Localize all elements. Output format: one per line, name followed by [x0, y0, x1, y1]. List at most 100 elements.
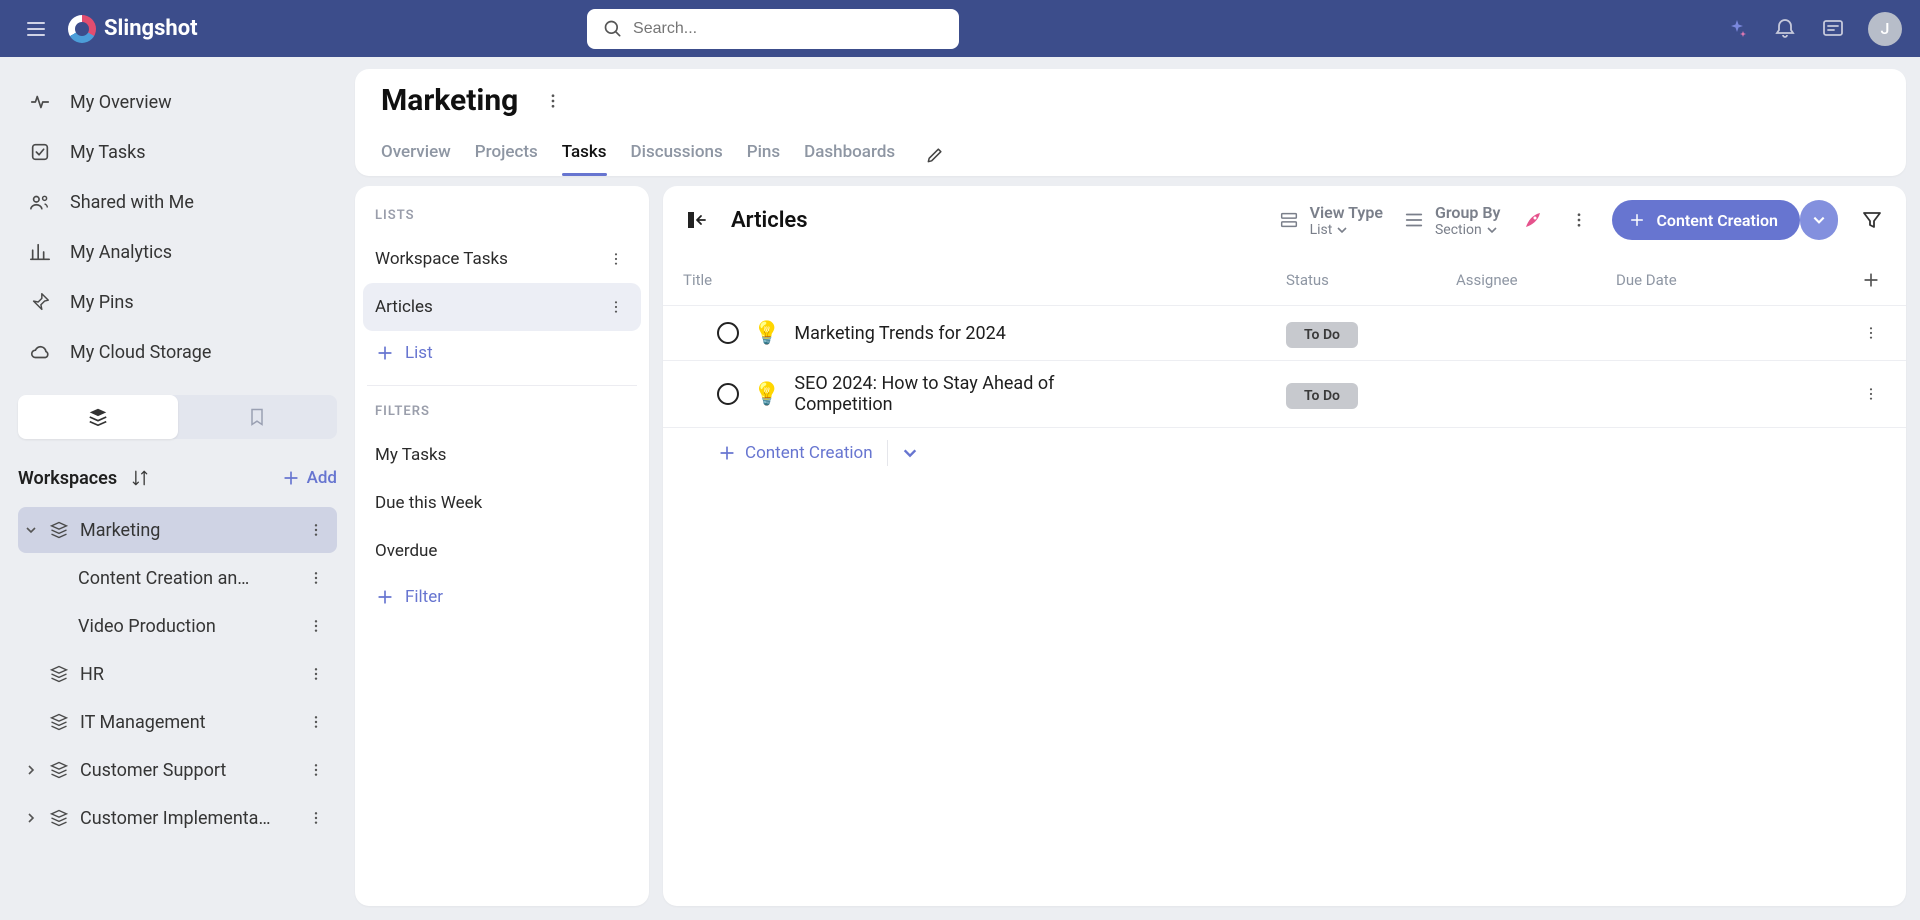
rocket-button[interactable]	[1520, 207, 1546, 233]
content-creation-button[interactable]: Content Creation	[1612, 200, 1800, 240]
add-filter-button[interactable]: Filter	[363, 575, 641, 619]
main-toolbar: Articles View Type List Gro	[663, 186, 1906, 255]
group-by-selector[interactable]: Group By Section	[1403, 203, 1501, 238]
workspace-more-button[interactable]	[301, 563, 331, 593]
task-row[interactable]: 💡 SEO 2024: How to Stay Ahead of Competi…	[663, 360, 1906, 427]
workspace-customer-implementation[interactable]: Customer Implementa…	[18, 795, 337, 841]
caret-right-icon	[24, 765, 38, 775]
users-icon	[28, 190, 52, 214]
chevron-down-icon	[1486, 224, 1498, 236]
col-due-date[interactable]: Due Date	[1616, 271, 1826, 289]
menu-button[interactable]	[18, 11, 54, 47]
list-articles[interactable]: Articles	[363, 283, 641, 331]
nav-my-cloud-storage[interactable]: My Cloud Storage	[18, 329, 337, 375]
collapse-panel-button[interactable]	[683, 206, 711, 234]
check-square-icon	[28, 140, 52, 164]
workspace-more-button[interactable]	[301, 803, 331, 833]
segment-workspaces[interactable]	[18, 395, 178, 439]
workspace-it-management[interactable]: IT Management	[18, 699, 337, 745]
nav-label: My Overview	[70, 92, 172, 113]
workspace-marketing[interactable]: Marketing	[18, 507, 337, 553]
chevron-down-icon	[902, 445, 918, 461]
filters-heading: FILTERS	[363, 400, 641, 431]
add-workspace-button[interactable]: Add	[281, 468, 337, 488]
stack-icon	[48, 711, 70, 733]
workspace-child-label: Content Creation an…	[78, 568, 249, 589]
hamburger-icon	[24, 17, 48, 41]
filter-my-tasks[interactable]: My Tasks	[363, 431, 641, 479]
col-title[interactable]: Title	[683, 271, 1286, 289]
page-more-button[interactable]	[540, 88, 566, 114]
status-badge[interactable]: To Do	[1286, 383, 1358, 409]
segment-bookmarks[interactable]	[178, 395, 338, 439]
list-more-button[interactable]	[603, 246, 629, 272]
nav-my-pins[interactable]: My Pins	[18, 279, 337, 325]
add-task-to-section-button[interactable]: Content Creation	[717, 443, 873, 463]
task-row[interactable]: 💡 Marketing Trends for 2024 To Do	[663, 305, 1906, 360]
main-panel-title: Articles	[731, 208, 808, 233]
workspace-more-button[interactable]	[301, 659, 331, 689]
tab-tasks[interactable]: Tasks	[562, 134, 607, 176]
list-workspace-tasks[interactable]: Workspace Tasks	[363, 235, 641, 283]
filter-due-this-week[interactable]: Due this Week	[363, 479, 641, 527]
search-icon	[603, 19, 623, 39]
add-column-button[interactable]	[1856, 265, 1886, 295]
filter-overdue[interactable]: Overdue	[363, 527, 641, 575]
workspace-more-button[interactable]	[301, 755, 331, 785]
status-badge[interactable]: To Do	[1286, 322, 1358, 348]
sort-button[interactable]	[125, 463, 155, 493]
stack-filled-icon	[87, 406, 109, 428]
filter-button[interactable]	[1858, 206, 1886, 234]
edit-tabs-button[interactable]	[923, 143, 947, 167]
app-logo[interactable]: Slingshot	[68, 15, 198, 43]
caret-down-icon	[24, 525, 38, 535]
workspace-hr[interactable]: HR	[18, 651, 337, 697]
tab-projects[interactable]: Projects	[475, 134, 538, 176]
tab-pins[interactable]: Pins	[747, 134, 780, 176]
primary-dropdown-button[interactable]	[1800, 200, 1838, 240]
workspace-more-button[interactable]	[301, 707, 331, 737]
page-title: Marketing	[381, 83, 518, 118]
ai-sparkle-icon[interactable]	[1724, 16, 1750, 42]
col-status[interactable]: Status	[1286, 271, 1456, 289]
caret-right-icon	[24, 813, 38, 823]
workspace-label: Marketing	[80, 520, 160, 541]
main-more-button[interactable]	[1566, 207, 1592, 233]
search-input[interactable]	[633, 20, 943, 38]
tab-discussions[interactable]: Discussions	[631, 134, 723, 176]
user-avatar[interactable]: J	[1868, 12, 1902, 46]
workspace-child-video-production[interactable]: Video Production	[18, 603, 337, 649]
nav-my-tasks[interactable]: My Tasks	[18, 129, 337, 175]
nav-my-overview[interactable]: My Overview	[18, 79, 337, 125]
page-header-card: Marketing Overview Projects Tasks Discus…	[355, 69, 1906, 176]
nav-shared-with-me[interactable]: Shared with Me	[18, 179, 337, 225]
task-more-button[interactable]	[1856, 318, 1886, 348]
tab-dashboards[interactable]: Dashboards	[804, 134, 895, 176]
workspace-customer-support[interactable]: Customer Support	[18, 747, 337, 793]
task-complete-toggle[interactable]	[717, 383, 739, 405]
workspace-more-button[interactable]	[301, 515, 331, 545]
section-dropdown-button[interactable]	[902, 445, 918, 461]
chat-icon[interactable]	[1820, 16, 1846, 42]
workspace-segment-toggle	[18, 395, 337, 439]
search-box[interactable]	[587, 9, 959, 49]
group-icon	[1403, 209, 1425, 231]
lists-heading: LISTS	[363, 204, 641, 235]
lightbulb-icon: 💡	[753, 382, 780, 407]
task-title-text: Marketing Trends for 2024	[794, 323, 1005, 344]
divider	[367, 385, 637, 386]
list-more-button[interactable]	[603, 294, 629, 320]
workspace-more-button[interactable]	[301, 611, 331, 641]
nav-my-analytics[interactable]: My Analytics	[18, 229, 337, 275]
add-list-button[interactable]: List	[363, 331, 641, 375]
task-more-button[interactable]	[1856, 379, 1886, 409]
logo-mark-icon	[68, 15, 96, 43]
tab-overview[interactable]: Overview	[381, 134, 451, 176]
separator	[887, 440, 888, 466]
notifications-icon[interactable]	[1772, 16, 1798, 42]
top-bar: Slingshot J	[0, 0, 1920, 57]
workspace-child-content-creation[interactable]: Content Creation an…	[18, 555, 337, 601]
col-assignee[interactable]: Assignee	[1456, 271, 1616, 289]
task-complete-toggle[interactable]	[717, 322, 739, 344]
view-type-selector[interactable]: View Type List	[1278, 203, 1383, 238]
